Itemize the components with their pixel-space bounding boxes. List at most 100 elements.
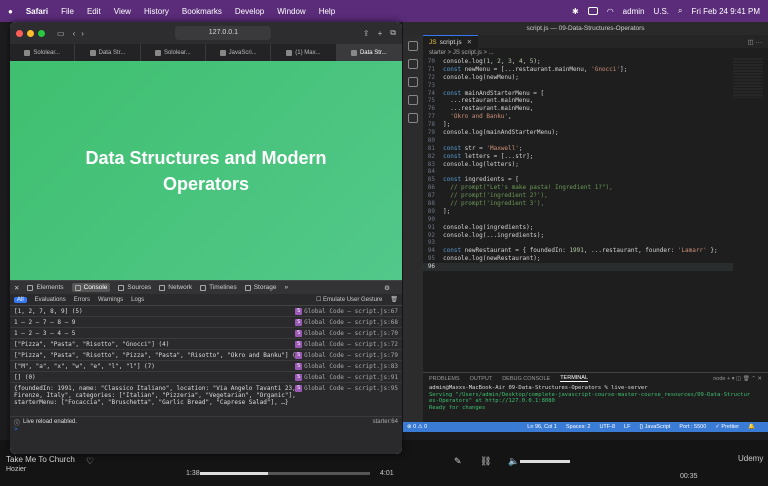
console-row[interactable]: ["M", "a", "x", "w", "e", "l", "l"] (7) S…	[10, 361, 402, 372]
language-mode[interactable]: {} JavaScript	[639, 424, 670, 430]
apple-icon[interactable]: ●	[8, 7, 13, 16]
filter-errors[interactable]: Errors	[74, 297, 90, 303]
code-line[interactable]: 71 const newMenu = [...restaurant.mainMen…	[423, 66, 733, 74]
prettier-status[interactable]: ✓ Prettier	[715, 424, 739, 430]
tab-elements[interactable]: Elements	[27, 284, 64, 291]
new-terminal-icon[interactable]: node + ▾ ◫ 🗑 ⌃ ✕	[713, 376, 762, 382]
code-line[interactable]: 73	[423, 82, 733, 90]
log-source[interactable]: S Global Code — script.js:72	[295, 340, 398, 348]
code-line[interactable]: 86 // prompt("Let's make pasta! Ingredie…	[423, 184, 733, 192]
clear-console-icon[interactable]: 🗑	[390, 296, 398, 303]
tab-output[interactable]: OUTPUT	[470, 376, 493, 382]
filter-logs[interactable]: Logs	[131, 297, 144, 303]
code-line[interactable]: 93	[423, 239, 733, 247]
log-source[interactable]: S Global Code — script.js:83	[295, 362, 398, 370]
code-line[interactable]: 74 const mainAndStarterMenu = [	[423, 90, 733, 98]
code-line[interactable]: 79 console.log(mainAndStarterMenu);	[423, 129, 733, 137]
code-line[interactable]: 75 ...restaurant.mainMenu,	[423, 97, 733, 105]
code-line[interactable]: 77 'Okro and Banku',	[423, 113, 733, 121]
run-debug-icon[interactable]	[408, 95, 418, 105]
code-editor[interactable]: 70 console.log(1, 2, 3, 4, 5); 71 const new…	[423, 58, 733, 372]
extensions-icon[interactable]	[408, 113, 418, 123]
code-line[interactable]: 70 console.log(1, 2, 3, 4, 5);	[423, 58, 733, 66]
share-icon[interactable]: ⇪	[363, 29, 370, 38]
code-line[interactable]: 78];	[423, 121, 733, 129]
filter-all[interactable]: All	[14, 296, 27, 303]
more-tabs-icon[interactable]: »	[284, 284, 288, 291]
menu-view[interactable]: View	[114, 7, 131, 16]
tab-storage[interactable]: Storage	[244, 284, 276, 291]
wifi-icon[interactable]: ◠	[607, 7, 614, 16]
console-row[interactable]: ["Pizza", "Pasta", "Risotto", "Pizza", "…	[10, 350, 402, 361]
address-bar[interactable]: 127.0.0.1	[175, 26, 272, 40]
menu-bookmarks[interactable]: Bookmarks	[182, 7, 222, 16]
tab-sources[interactable]: Sources	[118, 284, 151, 291]
clock[interactable]: Fri Feb 24 9:41 PM	[692, 7, 760, 16]
log-source[interactable]: S Global Code — script.js:67	[295, 307, 398, 315]
split-editor-icon[interactable]: ◫ ···	[748, 38, 762, 46]
search-icon[interactable]: ⌕	[678, 6, 682, 16]
volume-icon[interactable]: 🔈	[508, 456, 519, 467]
edit-icon[interactable]: ✎	[454, 456, 462, 467]
console-prompt[interactable]: >	[10, 427, 402, 435]
cursor-position[interactable]: Ln 96, Col 1	[527, 424, 557, 430]
problems-count[interactable]: ⊗ 0 ⚠ 0	[407, 424, 427, 430]
terminal-output[interactable]: admin@Maxxs-MacBook-Air 09-Data-Structur…	[423, 384, 768, 412]
tab-3[interactable]: Sololear...	[141, 44, 206, 61]
search-icon[interactable]	[408, 59, 418, 69]
menu-develop[interactable]: Develop	[235, 7, 264, 16]
tab-1[interactable]: Sololear...	[10, 44, 76, 61]
filter-evaluations[interactable]: Evaluations	[35, 297, 66, 303]
explorer-icon[interactable]	[408, 41, 418, 51]
code-line[interactable]: 89];	[423, 208, 733, 216]
code-line[interactable]: 83 console.log(letters);	[423, 161, 733, 169]
filter-warnings[interactable]: Warnings	[98, 297, 123, 303]
input-source[interactable]: U.S.	[653, 7, 669, 16]
editor-tab-script[interactable]: JS script.js ✕	[423, 35, 479, 48]
battery-icon[interactable]	[587, 7, 598, 15]
code-line[interactable]: 90	[423, 216, 733, 224]
new-tab-icon[interactable]: +	[378, 29, 383, 38]
close-tab-icon[interactable]: ✕	[467, 38, 472, 46]
tab-debug-console[interactable]: DEBUG CONSOLE	[502, 376, 550, 382]
tab-6-active[interactable]: Data Str...	[336, 44, 402, 61]
code-line[interactable]: 85 const ingredients = [	[423, 176, 733, 184]
progress-bar[interactable]	[200, 472, 370, 475]
menu-help[interactable]: Help	[319, 7, 335, 16]
menu-edit[interactable]: Edit	[87, 7, 101, 16]
tab-timelines[interactable]: Timelines	[200, 284, 237, 291]
bluetooth-icon[interactable]: ✱	[572, 7, 579, 16]
code-line[interactable]: 88 // prompt('ingredient 3'),	[423, 200, 733, 208]
code-line[interactable]: 91 console.log(ingredients);	[423, 224, 733, 232]
tab-console[interactable]: Console	[71, 283, 111, 292]
console-row[interactable]: 1 – 2 – 3 – 4 – 5 S Global Code — script.j…	[10, 328, 402, 339]
code-line[interactable]: 82 const letters = [...str];	[423, 153, 733, 161]
emulate-gesture-checkbox[interactable]: ☐ Emulate User Gesture	[316, 296, 382, 303]
menu-window[interactable]: Window	[277, 7, 305, 16]
minimap[interactable]	[733, 58, 763, 98]
forward-icon[interactable]: ›	[81, 29, 84, 38]
code-line[interactable]: 76 ...restaurant.mainMenu,	[423, 105, 733, 113]
indentation[interactable]: Spaces: 2	[566, 424, 590, 430]
tab-terminal[interactable]: TERMINAL	[560, 375, 588, 382]
inspector-close-icon[interactable]: ✕	[14, 284, 19, 292]
live-reload-source[interactable]: starter:64	[373, 419, 398, 425]
settings-icon[interactable]: ⚙	[384, 284, 390, 292]
log-source[interactable]: S Global Code — script.js:68	[295, 318, 398, 326]
code-line[interactable]: 72 console.log(newMenu);	[423, 74, 733, 82]
log-source[interactable]: S Global Code — script.js:91	[295, 373, 398, 381]
log-source[interactable]: S Global Code — script.js:70	[295, 329, 398, 337]
console-object-row[interactable]: {foundedIn: 1991, name: "Classico Italia…	[10, 383, 402, 417]
code-line[interactable]: 81 const str = 'Maxwell';	[423, 145, 733, 153]
notifications-icon[interactable]: 🔔	[748, 424, 755, 430]
code-line[interactable]: 80	[423, 137, 733, 145]
volume-slider[interactable]	[520, 460, 570, 463]
tab-4[interactable]: JavaScri...	[206, 44, 272, 61]
sidebar-icon[interactable]: ▭	[57, 29, 65, 38]
tab-problems[interactable]: PROBLEMS	[429, 376, 460, 382]
code-line[interactable]: 92 console.log(...ingredients);	[423, 232, 733, 240]
breadcrumb[interactable]: starter > JS script.js > ...	[423, 48, 768, 58]
code-line[interactable]: 94 const newRestaurant = { foundedIn: 199…	[423, 247, 733, 255]
live-server-port[interactable]: Port : 5500	[679, 424, 706, 430]
source-control-icon[interactable]	[408, 77, 418, 87]
